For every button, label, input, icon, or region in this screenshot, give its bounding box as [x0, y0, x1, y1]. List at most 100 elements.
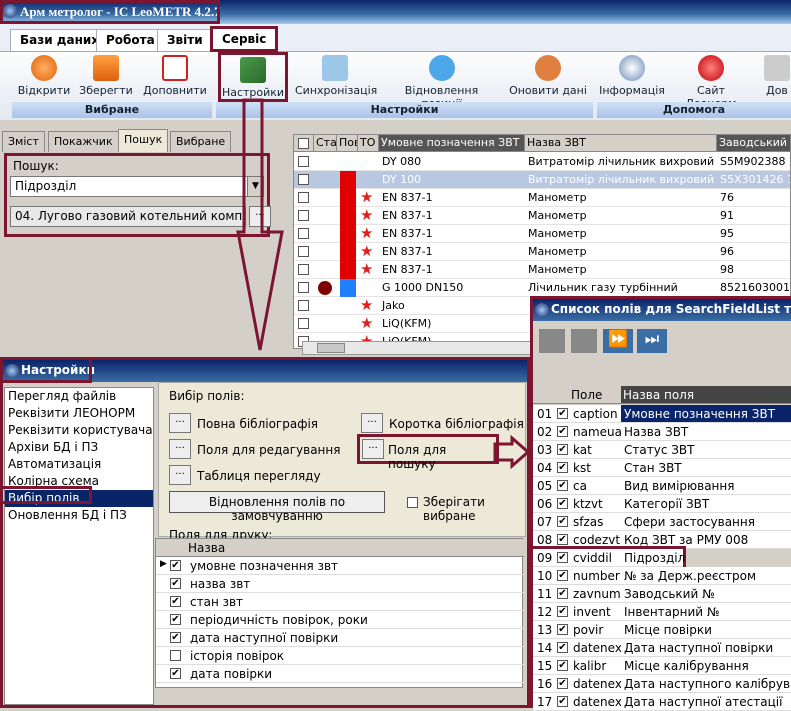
full-bib-button[interactable]: ... [169, 413, 191, 433]
save-selected-checkbox[interactable] [407, 497, 418, 508]
field-row-checkbox[interactable]: ✔ [557, 678, 568, 689]
table-row[interactable]: ★ EN 837-1 Манометр 95 [294, 225, 790, 243]
select-all-checkbox[interactable] [298, 138, 309, 149]
open-button[interactable]: Відкрити [14, 55, 74, 97]
row-checkbox[interactable] [298, 300, 309, 311]
field-row-checkbox[interactable]: ✔ [557, 606, 568, 617]
settings-list-item[interactable]: Реквізити користувача [5, 422, 153, 439]
print-row-checkbox[interactable]: ✔ [170, 560, 181, 571]
field-row-checkbox[interactable]: ✔ [557, 696, 568, 707]
print-row[interactable]: ✔ дата наступної повірки [156, 629, 524, 647]
scroll-thumb[interactable] [317, 343, 345, 353]
field-row-checkbox[interactable]: ✔ [557, 624, 568, 635]
search-value[interactable]: 04. Лугово газовий котельний комплекс [10, 206, 246, 227]
table-row[interactable]: DY 080 Витратомір лічильник вихровий S5M90… [294, 153, 790, 171]
field-row[interactable]: 05 ✔ ca Вид вимірювання [533, 477, 791, 495]
chevron-down-icon[interactable]: ▼ [247, 177, 263, 196]
field-row[interactable]: 10 ✔ number № за Держ.реєстром [533, 567, 791, 585]
field-row-checkbox[interactable]: ✔ [557, 660, 568, 671]
field-row[interactable]: 07 ✔ sfzas Сфери застосування [533, 513, 791, 531]
tab-contents[interactable]: Зміст [2, 131, 45, 152]
print-row-checkbox[interactable]: ✔ [170, 614, 181, 625]
row-checkbox[interactable] [298, 156, 309, 167]
settings-list-item[interactable]: Реквізити ЛЕОНОРМ [5, 405, 153, 422]
tab-work[interactable]: Робота [96, 29, 165, 51]
field-row-checkbox[interactable]: ✔ [557, 426, 568, 437]
col-serial[interactable]: Заводський № [717, 135, 790, 152]
save-button[interactable]: Зберегти [76, 55, 136, 97]
field-row[interactable]: 06 ✔ ktzvt Категорії ЗВТ [533, 495, 791, 513]
info-button[interactable]: Інформація [598, 55, 666, 97]
field-row[interactable]: 02 ✔ nameua Назва ЗВТ [533, 423, 791, 441]
table-row[interactable]: ★ EN 837-1 Манометр 96 [294, 243, 790, 261]
view-table-button[interactable]: ... [169, 465, 191, 485]
field-row[interactable]: 03 ✔ kat Статус ЗВТ [533, 441, 791, 459]
field-row-checkbox[interactable]: ✔ [557, 462, 568, 473]
edit-fields-button[interactable]: ... [169, 439, 191, 459]
row-checkbox[interactable] [298, 192, 309, 203]
print-row-checkbox[interactable]: ✔ [170, 596, 181, 607]
col-to[interactable]: ТО [358, 135, 379, 152]
tab-index[interactable]: Покажчик [48, 131, 119, 152]
field-row-checkbox[interactable]: ✔ [557, 570, 568, 581]
field-row-checkbox[interactable]: ✔ [557, 642, 568, 653]
field-row[interactable]: 16 ✔ datenextДата наступного калібрування [533, 675, 791, 693]
table-row[interactable]: ★ EN 837-1 Манометр 91 [294, 207, 790, 225]
row-checkbox[interactable] [298, 282, 309, 293]
print-row-checkbox[interactable]: ✔ [170, 632, 181, 643]
tab-favorites[interactable]: Вибране [170, 131, 232, 152]
print-row[interactable]: історія повірок [156, 647, 524, 665]
field-row[interactable]: 08 ✔ codezvt Код ЗВТ за РМУ 008 [533, 531, 791, 549]
print-row[interactable]: ✔ назва звт [156, 575, 524, 593]
first-button[interactable] [539, 329, 565, 353]
search-fields-button[interactable]: ... [362, 439, 384, 459]
print-row[interactable]: ✔ дата повірки [156, 665, 524, 683]
col-status[interactable]: Ста [314, 135, 337, 152]
field-row-checkbox[interactable]: ✔ [557, 552, 568, 563]
print-row[interactable]: ✔ періодичність повірок, роки [156, 611, 524, 629]
table-row[interactable]: DY 100 Витратомір лічильник вихровий S5X30… [294, 171, 790, 189]
field-row[interactable]: 15 ✔ kalibr Місце калібрування [533, 657, 791, 675]
col-name[interactable]: Назва ЗВТ [525, 135, 717, 152]
settings-list-item[interactable]: Оновлення БД і ПЗ [5, 507, 153, 524]
settings-list-item[interactable]: Автоматизація [5, 456, 153, 473]
row-checkbox[interactable] [298, 174, 309, 185]
field-row[interactable]: 04 ✔ kst Стан ЗВТ [533, 459, 791, 477]
search-more-button[interactable]: ... [249, 206, 271, 227]
tab-service[interactable]: Сервіс [210, 26, 279, 52]
row-checkbox[interactable] [298, 228, 309, 239]
last-icon[interactable]: ⏭ [637, 329, 667, 353]
col-check[interactable] [294, 135, 314, 152]
field-row-checkbox[interactable]: ✔ [557, 534, 568, 545]
sync-button[interactable]: Синхронізація [295, 55, 377, 97]
field-row-checkbox[interactable]: ✔ [557, 516, 568, 527]
field-row-checkbox[interactable]: ✔ [557, 498, 568, 509]
field-row-checkbox[interactable]: ✔ [557, 408, 568, 419]
field-row[interactable]: 13 ✔ povir Місце повірки [533, 621, 791, 639]
settings-list-item[interactable]: Перегляд файлів [5, 388, 153, 405]
settings-button[interactable]: Настройки [218, 52, 288, 102]
print-row[interactable]: ▶ ✔ умовне позначення звт [156, 557, 524, 575]
row-checkbox[interactable] [298, 210, 309, 221]
tab-reports[interactable]: Звіти [157, 29, 213, 51]
refresh-button[interactable]: Оновити дані [508, 55, 588, 97]
print-row-checkbox[interactable] [170, 650, 181, 661]
search-field-select[interactable]: Підрозділ ▼ [10, 176, 264, 197]
row-checkbox[interactable] [298, 246, 309, 257]
tab-databases[interactable]: Бази даних [10, 29, 110, 51]
col-designation[interactable]: Умовне позначення ЗВТ [379, 135, 525, 152]
table-row[interactable]: ★ EN 837-1 Манометр 76 [294, 189, 790, 207]
print-row-checkbox[interactable]: ✔ [170, 668, 181, 679]
field-row-checkbox[interactable]: ✔ [557, 480, 568, 491]
append-button[interactable]: Доповнити [141, 55, 209, 97]
field-row[interactable]: 14 ✔ datenextДата наступної повірки [533, 639, 791, 657]
col-verify[interactable]: Пов [337, 135, 358, 152]
field-row[interactable]: 09 ✔ cviddil Підрозділ [530, 546, 686, 570]
restore-defaults-button[interactable]: Відновлення полів по замовчуванню [169, 491, 385, 523]
field-row[interactable]: 11 ✔ zavnum Заводський № [533, 585, 791, 603]
next-icon[interactable]: ⏩ [603, 329, 633, 353]
settings-list-item[interactable]: Архіви БД і ПЗ [5, 439, 153, 456]
field-row-checkbox[interactable]: ✔ [557, 588, 568, 599]
print-row[interactable]: ✔ стан звт [156, 593, 524, 611]
help-button[interactable]: Дов [762, 55, 791, 97]
